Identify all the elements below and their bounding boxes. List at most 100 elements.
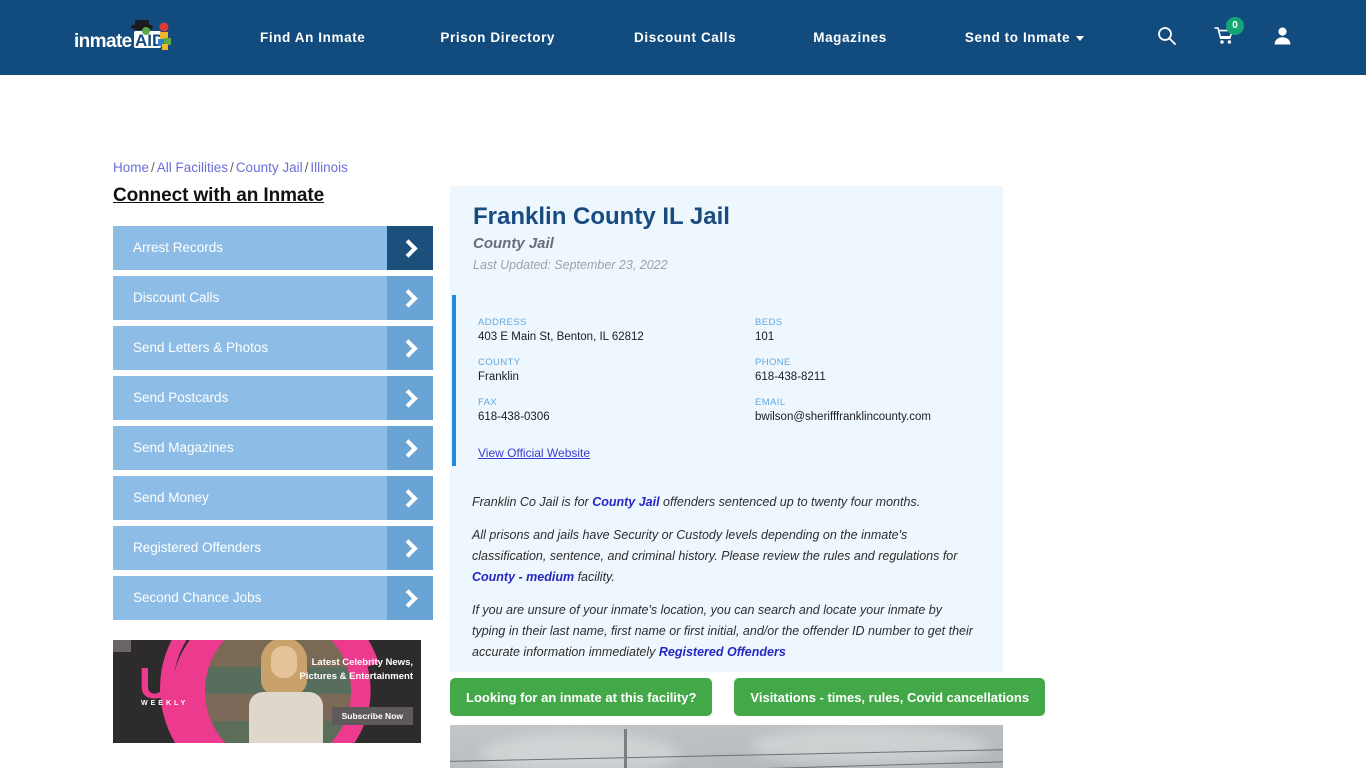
detail-value: 618-438-0306 [478,411,550,423]
detail-label: PHONE [755,357,791,368]
breadcrumb: Home / All Facilities / County Jail / Illinois [113,160,348,175]
svg-text:inmate: inmate [74,31,132,52]
detail-label: FAX [478,397,498,408]
sidebar: Connect with an Inmate Arrest Records Di… [113,185,433,626]
sidebar-item-second-chance-jobs[interactable]: Second Chance Jobs [113,576,433,620]
description-paragraph-1: Franklin Co Jail is for County Jail offe… [472,492,977,513]
nav-item-magazines[interactable]: Magazines [813,30,887,45]
sidebar-item-label: Discount Calls [133,290,220,305]
detail-label: EMAIL [755,397,786,408]
site-logo[interactable]: inmate AID [74,17,194,59]
detail-label: COUNTY [478,357,521,368]
sidebar-item-label: Send Money [133,490,209,505]
desc-text: All prisons and jails have Security or C… [472,528,958,563]
sidebar-item-label: Registered Offenders [133,540,262,555]
breadcrumb-item-county-jail[interactable]: County Jail [236,160,303,175]
detail-phone: PHONE 618-438-8211 [755,357,978,383]
page-title: Franklin County IL Jail [473,203,730,230]
breadcrumb-item-illinois[interactable]: Illinois [310,160,348,175]
photo-cloud [750,727,990,765]
description-paragraph-2: All prisons and jails have Security or C… [472,525,977,588]
detail-value: bwilson@sherifffranklincounty.com [755,411,931,423]
nav-item-prison-directory[interactable]: Prison Directory [440,30,555,45]
user-icon[interactable] [1273,26,1292,50]
nav-item-discount-calls[interactable]: Discount Calls [634,30,736,45]
facility-last-updated: Last Updated: September 23, 2022 [473,258,668,272]
cart-icon[interactable]: 0 [1214,16,1244,50]
detail-email: EMAIL bwilson@sherifffranklincounty.com [755,397,978,423]
desc-link-county-medium[interactable]: County - medium [472,570,574,584]
chevron-right-icon [387,226,433,270]
advertisement-banner[interactable]: Us WEEKLY Latest Celebrity News, Pictures… [113,640,421,743]
sidebar-item-send-letters-photos[interactable]: Send Letters & Photos [113,326,433,370]
facility-details-box: ADDRESS 403 E Main St, Benton, IL 62812 … [452,295,1003,466]
desc-text: facility. [574,570,615,584]
desc-text: offenders sentenced up to twenty four mo… [659,495,921,509]
chevron-right-icon [387,576,433,620]
sidebar-item-arrest-records[interactable]: Arrest Records [113,226,433,270]
detail-county: COUNTY Franklin [478,357,755,383]
inmateaid-logo-icon: inmate AID [74,20,171,52]
sidebar-item-send-magazines[interactable]: Send Magazines [113,426,433,470]
breadcrumb-item-home[interactable]: Home [113,160,149,175]
cta-button-row: Looking for an inmate at this facility? … [450,678,1046,716]
facility-description: Franklin Co Jail is for County Jail offe… [472,492,977,675]
detail-value: 101 [755,331,775,343]
facility-details-grid: ADDRESS 403 E Main St, Benton, IL 62812 … [478,317,978,423]
sidebar-item-label: Second Chance Jobs [133,590,262,605]
page-body: Home / All Facilities / County Jail / Illinois… [0,75,1366,768]
chevron-right-icon [387,376,433,420]
cart-count-badge: 0 [1226,16,1244,35]
facility-type: County Jail [473,235,554,252]
sidebar-item-send-postcards[interactable]: Send Postcards [113,376,433,420]
detail-fax: FAX 618-438-0306 [478,397,755,423]
sidebar-item-registered-offenders[interactable]: Registered Offenders [113,526,433,570]
sidebar-item-label: Send Magazines [133,440,234,455]
site-header: inmate AID Find An Inmate Prison Directo… [0,0,1366,75]
nav-item-send-to-inmate[interactable]: Send to Inmate [964,30,1085,45]
sidebar-title: Connect with an Inmate [113,185,325,206]
chevron-down-icon [1076,35,1085,41]
desc-link-county-jail[interactable]: County Jail [592,495,659,509]
nav-item-find-an-inmate[interactable]: Find An Inmate [260,30,365,45]
search-icon[interactable] [1157,26,1176,50]
looking-for-inmate-button[interactable]: Looking for an inmate at this facility? [450,678,713,716]
ad-headline: Latest Celebrity News, Pictures & Entert… [299,657,414,682]
detail-value: Franklin [478,371,519,383]
sidebar-item-label: Send Postcards [133,390,229,405]
desc-text: Franklin Co Jail is for [472,495,593,509]
detail-label: BEDS [755,317,783,328]
breadcrumb-separator: / [304,160,309,175]
detail-address: ADDRESS 403 E Main St, Benton, IL 62812 [478,317,755,343]
visitations-button[interactable]: Visitations - times, rules, Covid cancel… [734,678,1046,716]
sidebar-item-discount-calls[interactable]: Discount Calls [113,276,433,320]
sidebar-item-send-money[interactable]: Send Money [113,476,433,520]
chevron-right-icon [387,276,433,320]
detail-label: ADDRESS [478,317,527,328]
nav-item-send-to-inmate-label: Send to Inmate [964,30,1071,45]
facility-info-panel: Franklin County IL Jail County Jail Last… [450,186,1003,672]
sidebar-item-label: Arrest Records [133,240,224,255]
sidebar-item-label: Send Letters & Photos [133,340,269,355]
ad-subscribe-button[interactable]: Subscribe Now [331,707,413,725]
chevron-right-icon [387,326,433,370]
detail-value: 403 E Main St, Benton, IL 62812 [478,331,644,343]
header-icon-group: 0 [1157,0,1366,75]
main-navigation: Find An Inmate Prison Directory Discount… [260,0,1085,75]
facility-photo [450,725,1003,768]
view-official-website-link[interactable]: View Official Website [478,446,590,460]
breadcrumb-item-all-facilities[interactable]: All Facilities [157,160,228,175]
detail-value: 618-438-8211 [755,371,826,383]
chevron-right-icon [387,426,433,470]
accent-bar [452,295,456,466]
ad-brand-logo: Us WEEKLY [139,662,193,708]
chevron-right-icon [387,476,433,520]
photo-cloud [480,733,680,768]
ad-notch [113,640,131,652]
breadcrumb-separator: / [230,160,234,175]
photo-flagpole [624,729,627,768]
ad-brand-sub: WEEKLY [141,700,189,707]
description-paragraph-3: If you are unsure of your inmate's locat… [472,600,977,663]
detail-beds: BEDS 101 [755,317,978,343]
desc-link-registered-offenders[interactable]: Registered Offenders [659,645,786,659]
